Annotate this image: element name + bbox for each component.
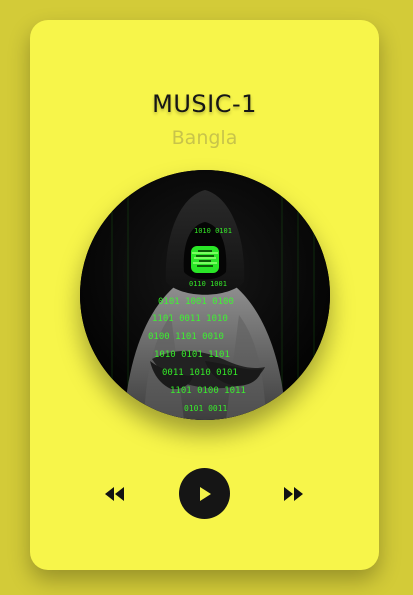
album-art: 0101 1001 0100 1101 0011 1010 0100 1101 … — [80, 170, 330, 420]
svg-text:0110 1001: 0110 1001 — [189, 280, 227, 288]
svg-text:1101 0100 1011: 1101 0100 1011 — [170, 386, 246, 396]
rewind-button[interactable] — [102, 482, 128, 506]
rewind-icon — [105, 487, 124, 501]
track-artist: Bangla — [171, 127, 238, 149]
svg-text:1101 0011 1010: 1101 0011 1010 — [152, 314, 228, 324]
svg-text:1010 0101: 1010 0101 — [194, 227, 232, 235]
svg-text:1010 0101 1101: 1010 0101 1101 — [154, 350, 230, 360]
svg-text:0011 1010 0101: 0011 1010 0101 — [162, 368, 238, 378]
svg-text:0100 1101 0010: 0100 1101 0010 — [148, 332, 224, 342]
playback-controls — [30, 468, 379, 520]
svg-text:0101 0011: 0101 0011 — [184, 404, 228, 413]
page: MUSIC-1 Bangla 0101 1001 0100 1101 0011 … — [0, 0, 413, 595]
svg-text:0101 1001 0100: 0101 1001 0100 — [158, 297, 234, 307]
play-button[interactable] — [179, 468, 230, 519]
play-icon — [199, 486, 211, 501]
hooded-hacker-image: 0101 1001 0100 1101 0011 1010 0100 1101 … — [80, 170, 330, 420]
music-player-card: MUSIC-1 Bangla 0101 1001 0100 1101 0011 … — [30, 20, 379, 570]
track-title: MUSIC-1 — [152, 90, 257, 118]
fast-forward-button[interactable] — [280, 482, 306, 506]
fast-forward-icon — [284, 487, 303, 501]
